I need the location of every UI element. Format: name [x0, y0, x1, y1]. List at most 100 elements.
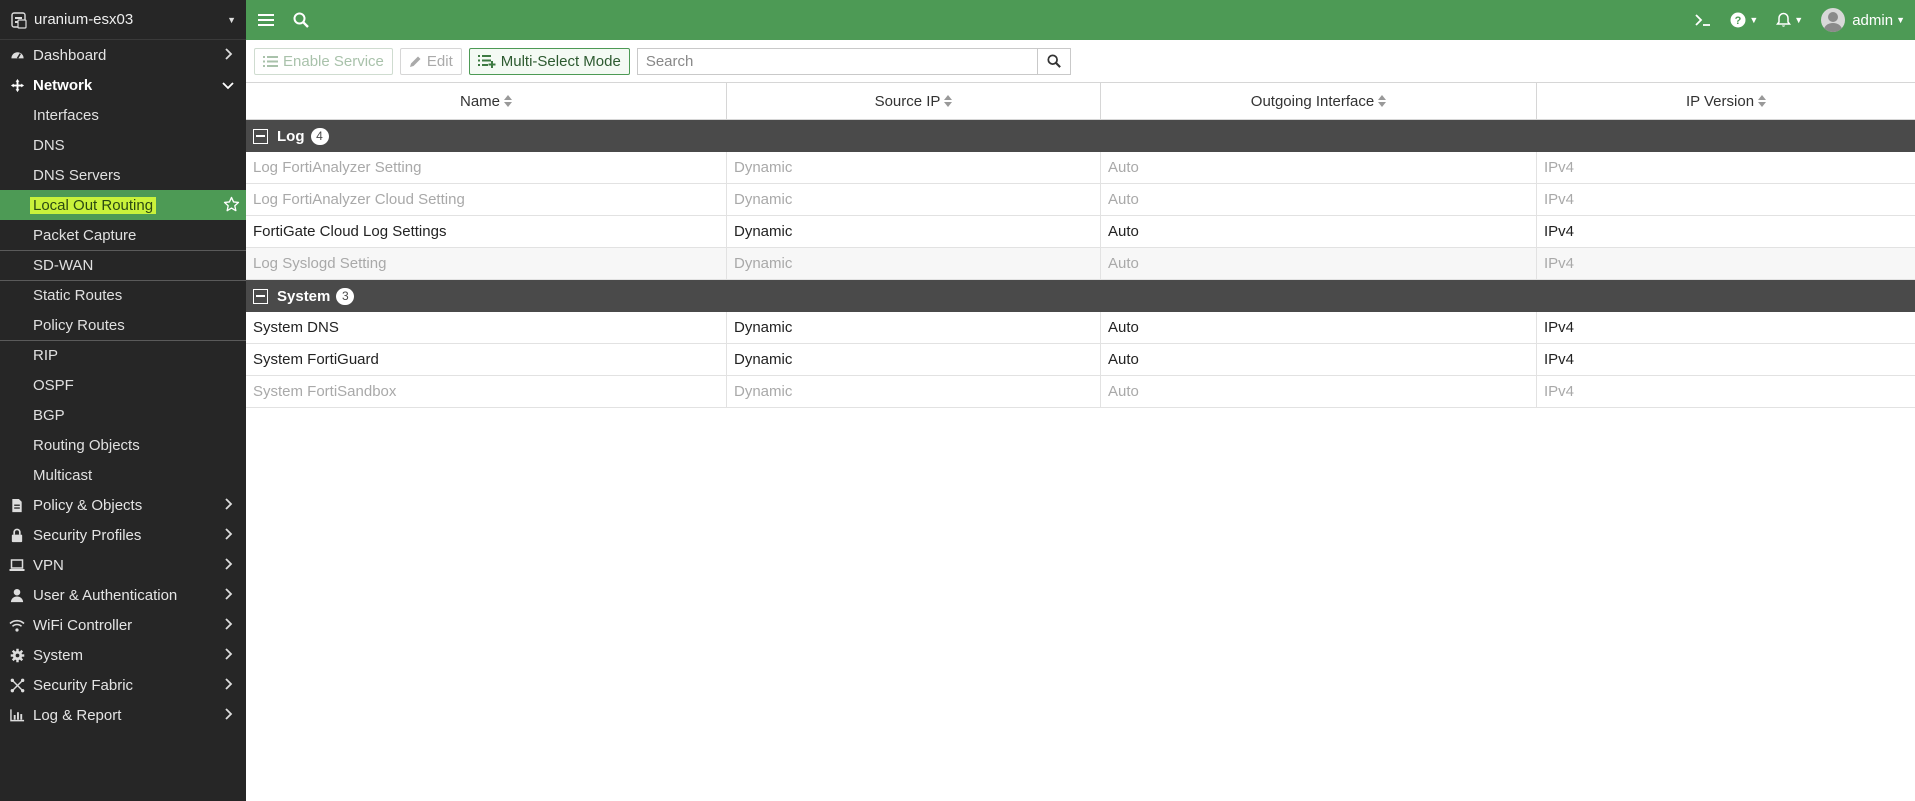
cell-source-ip: Dynamic [727, 344, 1101, 375]
table-row[interactable]: Log FortiAnalyzer Cloud Setting Dynamic … [246, 184, 1915, 216]
sidebar-item-vpn[interactable]: VPN [0, 550, 246, 580]
cell-outgoing-interface: Auto [1101, 312, 1537, 343]
dashboard-icon [8, 46, 26, 64]
sidebar-item-label: WiFi Controller [33, 616, 133, 634]
sidebar-subitem-dns[interactable]: DNS [0, 130, 246, 160]
sidebar-subitem-dns-servers[interactable]: DNS Servers [0, 160, 246, 190]
device-selector[interactable]: uranium-esx03 ▼ [0, 0, 246, 40]
cell-name: Log FortiAnalyzer Setting [246, 152, 727, 183]
sidebar-subitem-label: RIP [33, 347, 59, 364]
edit-button[interactable]: Edit [399, 47, 462, 75]
sidebar-subitem-label: BGP [33, 406, 65, 424]
cell-source-ip: Dynamic [727, 376, 1101, 407]
column-header-label: IP Version [1685, 92, 1755, 110]
table-row[interactable]: Log FortiAnalyzer Setting Dynamic Auto I… [246, 152, 1915, 184]
cell-ip-version: IPv4 [1544, 255, 1575, 272]
sidebar-subitem-bgp[interactable]: BGP [0, 400, 246, 430]
table-row[interactable]: System DNS Dynamic Auto IPv4 [246, 312, 1915, 344]
chevron-right-icon [218, 47, 238, 64]
policy-icon [8, 496, 26, 514]
sidebar-item-security-fabric[interactable]: Security Fabric [0, 670, 246, 700]
cell-ip-version: IPv4 [1544, 351, 1575, 368]
sidebar-subitem-local-out-routing[interactable]: Local Out Routing [0, 190, 246, 220]
sidebar-subitem-routing-objects[interactable]: Routing Objects [0, 430, 246, 460]
column-header-ip-version[interactable]: IP Version [1537, 83, 1915, 119]
sidebar-subitem-packet-capture[interactable]: Packet Capture [0, 220, 246, 250]
cell-outgoing-interface: Auto [1101, 152, 1537, 183]
edit-label: Edit [426, 52, 453, 70]
sidebar-subitem-interfaces[interactable]: Interfaces [0, 100, 246, 130]
chevron-right-icon [218, 557, 238, 574]
sidebar-item-security-profiles[interactable]: Security Profiles [0, 520, 246, 550]
sidebar-subitem-ospf[interactable]: OSPF [0, 370, 246, 400]
sidebar-subitem-policy-routes[interactable]: Policy Routes [0, 310, 246, 340]
top-bar-actions: ? ▼ ▼ admin ▼ [1685, 0, 1915, 40]
table-row[interactable]: System FortiSandbox Dynamic Auto IPv4 [246, 376, 1915, 408]
sidebar-item-log-report[interactable]: Log & Report [0, 700, 246, 730]
multi-select-mode-button[interactable]: Multi-Select Mode [468, 47, 630, 75]
chart-icon [8, 706, 26, 724]
enable-service-button[interactable]: Enable Service [254, 47, 393, 75]
search-input[interactable] [636, 47, 1037, 75]
cell-ip-version: IPv4 [1544, 191, 1575, 208]
cell-ip-version: IPv4 [1544, 223, 1575, 240]
sidebar-item-policy-objects[interactable]: Policy & Objects [0, 490, 246, 520]
chevron-right-icon [218, 527, 238, 544]
search-button[interactable] [1036, 47, 1071, 75]
sidebar-subitem-label: Local Out Routing [30, 196, 157, 214]
sidebar-subitem-multicast[interactable]: Multicast [0, 460, 246, 490]
sidebar-item-system[interactable]: System [0, 640, 246, 670]
sidebar-subitem-static-routes[interactable]: Static Routes [0, 280, 246, 310]
table-row[interactable]: Log Syslogd Setting Dynamic Auto IPv4 [246, 248, 1915, 280]
column-header-outgoing-interface[interactable]: Outgoing Interface [1101, 83, 1537, 119]
cell-outgoing-interface: Auto [1101, 376, 1537, 407]
table-row[interactable]: System FortiGuard Dynamic Auto IPv4 [246, 344, 1915, 376]
sidebar-subitem-label: Routing Objects [33, 436, 140, 454]
sidebar-item-user-authentication[interactable]: User & Authentication [0, 580, 246, 610]
collapse-icon[interactable] [253, 288, 268, 304]
sidebar-item-network[interactable]: Network [0, 70, 246, 100]
help-button[interactable]: ? ▼ [1721, 0, 1767, 40]
cell-outgoing-interface: Auto [1101, 184, 1537, 215]
user-name: admin [1852, 11, 1894, 29]
sidebar-subitem-label: DNS [33, 136, 65, 154]
table-row[interactable]: FortiGate Cloud Log Settings Dynamic Aut… [246, 216, 1915, 248]
collapse-icon[interactable] [253, 128, 268, 144]
cell-name: FortiGate Cloud Log Settings [246, 216, 727, 247]
star-icon[interactable] [223, 196, 240, 217]
sidebar-subitem-label: DNS Servers [33, 166, 121, 184]
group-header-system[interactable]: System 3 [246, 280, 1915, 312]
sort-icon [1758, 95, 1767, 107]
sidebar-item-dashboard[interactable]: Dashboard [0, 40, 246, 70]
laptop-icon [8, 556, 26, 574]
caret-down-icon: ▼ [1794, 15, 1804, 25]
caret-down-icon: ▼ [227, 14, 236, 25]
chevron-right-icon [218, 677, 238, 694]
notifications-button[interactable]: ▼ [1767, 0, 1812, 40]
global-search-button[interactable] [286, 0, 316, 40]
user-menu-button[interactable]: admin ▼ [1812, 0, 1915, 40]
column-header-source-ip[interactable]: Source IP [727, 83, 1101, 119]
sort-icon [504, 95, 512, 107]
sidebar-subitem-rip[interactable]: RIP [0, 340, 246, 370]
table-header: Name Source IP Outgoing Interface IP Ver… [246, 82, 1915, 120]
top-bar: ? ▼ ▼ admin ▼ [246, 0, 1915, 40]
sort-icon [1378, 95, 1387, 107]
sidebar-subitem-label: Interfaces [33, 106, 99, 124]
cell-outgoing-interface: Auto [1101, 248, 1537, 279]
cell-source-ip: Dynamic [727, 312, 1101, 343]
column-header-label: Name [459, 92, 500, 110]
cli-console-button[interactable] [1685, 0, 1721, 40]
sidebar-item-wifi-controller[interactable]: WiFi Controller [0, 610, 246, 640]
sidebar-item-label: Network [33, 76, 93, 94]
gear-icon [8, 646, 26, 664]
sidebar-subitem-label: Multicast [33, 466, 93, 484]
group-header-log[interactable]: Log 4 [246, 120, 1915, 152]
column-header-name[interactable]: Name [246, 83, 727, 119]
caret-down-icon: ▼ [1749, 15, 1759, 25]
cell-source-ip: Dynamic [727, 184, 1101, 215]
chevron-right-icon [218, 647, 238, 664]
sort-icon [944, 95, 953, 107]
sidebar-subitem-sd-wan[interactable]: SD-WAN [0, 250, 246, 280]
menu-toggle-button[interactable] [246, 0, 286, 40]
